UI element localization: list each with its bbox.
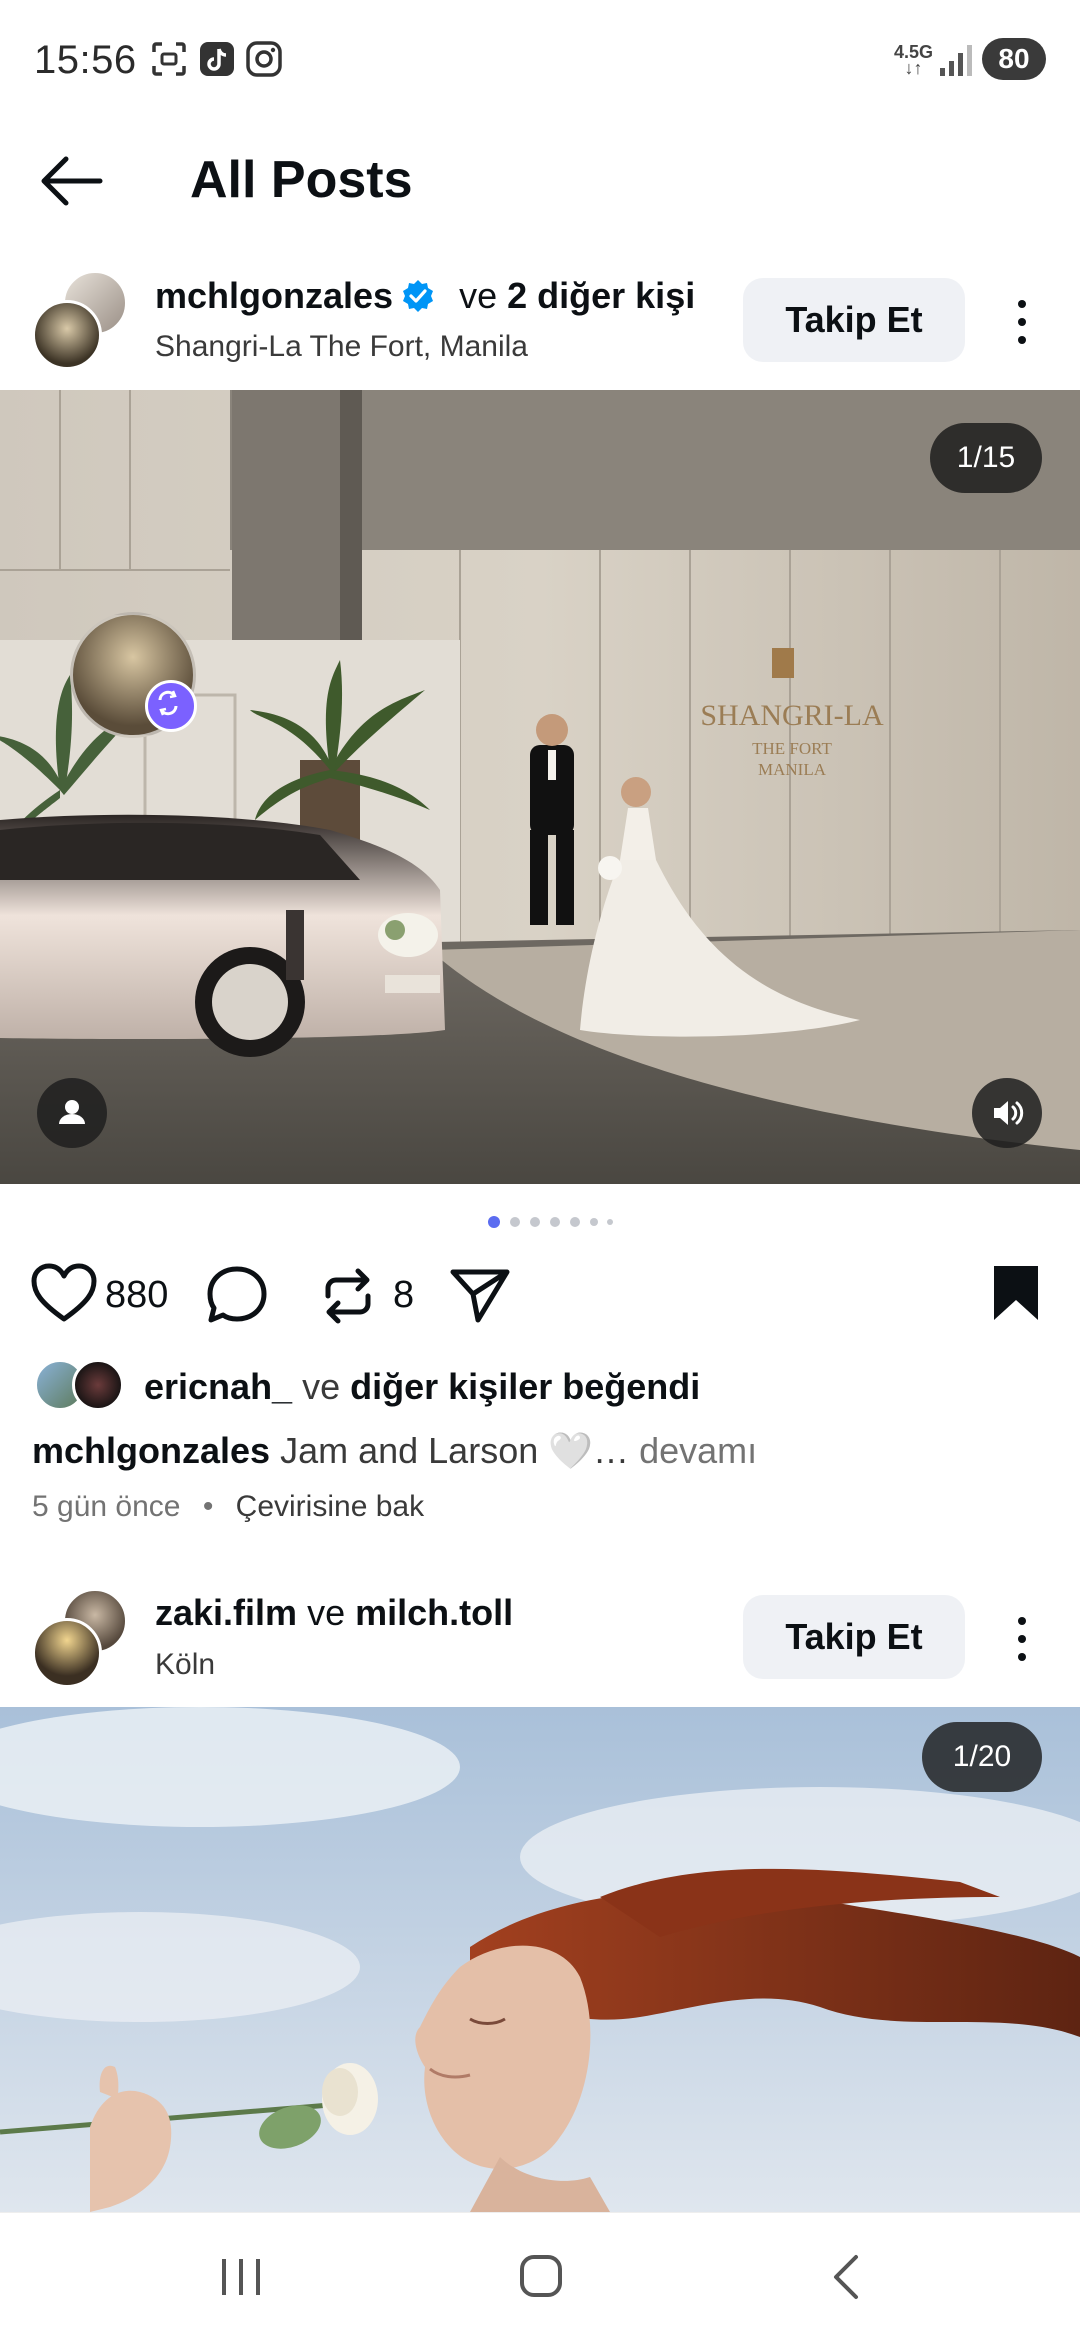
post2-location[interactable]: Köln <box>155 1648 215 1682</box>
author-avatar <box>32 1618 102 1688</box>
post1-authors[interactable]: mchlgonzales ve 2 diğer kişi <box>155 275 695 317</box>
liked-by-avatars[interactable] <box>34 1359 124 1411</box>
post1-photo: SHANGRI-LA THE FORT MANILA <box>0 390 1080 1184</box>
carousel-dot <box>590 1218 598 1226</box>
person-icon <box>59 1100 85 1124</box>
repost-badge-icon <box>158 690 178 716</box>
post1-connector: ve <box>459 275 498 316</box>
carousel-dot-active <box>488 1216 500 1228</box>
carousel-dots <box>480 1212 630 1232</box>
repost-count[interactable]: 8 <box>393 1274 414 1317</box>
caption-text: Jam and Larson 🤍… <box>280 1430 630 1471</box>
liker-avatar <box>72 1359 124 1411</box>
verified-badge-icon <box>403 280 434 312</box>
post2-media[interactable]: 1/20 <box>0 1707 1080 2212</box>
instagram-icon <box>246 41 282 77</box>
home-icon[interactable] <box>518 2253 564 2299</box>
repost-badge <box>145 680 197 732</box>
recents-icon[interactable] <box>218 2255 264 2299</box>
post2-coauthor[interactable]: milch.toll <box>355 1592 513 1633</box>
carousel-dot <box>530 1217 540 1227</box>
author-avatar <box>32 300 102 370</box>
back-button[interactable] <box>36 150 106 212</box>
more-options-icon[interactable] <box>1002 290 1042 350</box>
like-count[interactable]: 880 <box>105 1274 168 1317</box>
save-bookmark-icon[interactable] <box>990 1262 1042 1324</box>
post2-avatar-stack[interactable] <box>32 1588 132 1688</box>
status-time: 15:56 <box>34 38 137 82</box>
carousel-dot <box>607 1219 613 1225</box>
sign-line3: MANILA <box>758 760 827 779</box>
screenshot-icon <box>152 42 186 76</box>
caption-more-link[interactable]: devamı <box>639 1430 757 1471</box>
system-nav-bar <box>0 2212 1080 2341</box>
caption-username[interactable]: mchlgonzales <box>32 1430 270 1471</box>
tagged-users-button[interactable] <box>37 1078 107 1148</box>
post1-others[interactable]: 2 diğer kişi <box>507 275 695 316</box>
sign-line2: THE FORT <box>752 739 832 758</box>
translate-link[interactable]: Çevirisine bak <box>236 1490 424 1523</box>
media-counter: 1/15 <box>930 423 1042 493</box>
more-options-icon[interactable] <box>1002 1607 1042 1667</box>
carousel-dot <box>550 1217 560 1227</box>
signal-icon <box>940 45 972 76</box>
share-icon[interactable] <box>448 1266 512 1326</box>
post1-caption[interactable]: mchlgonzales Jam and Larson 🤍… devamı <box>32 1430 757 1472</box>
speaker-icon <box>994 1101 1024 1125</box>
tiktok-icon <box>200 42 234 76</box>
carousel-dot <box>570 1217 580 1227</box>
post1-media[interactable]: SHANGRI-LA THE FORT MANILA 1/15 <box>0 390 1080 1184</box>
post1-avatar-stack[interactable] <box>32 270 132 370</box>
post2-authors[interactable]: zaki.film ve milch.toll <box>155 1592 513 1634</box>
system-back-icon[interactable] <box>826 2253 866 2301</box>
page-title: All Posts <box>190 151 413 209</box>
media-counter: 1/20 <box>922 1722 1042 1792</box>
liked-by-text[interactable]: ericnah_ ve diğer kişiler beğendi <box>144 1366 700 1408</box>
liked-by-user[interactable]: ericnah_ <box>144 1366 292 1407</box>
carousel-dot <box>510 1217 520 1227</box>
post1-username[interactable]: mchlgonzales <box>155 275 393 316</box>
battery-indicator: 80 <box>982 38 1046 80</box>
post1-location[interactable]: Shangri-La The Fort, Manila <box>155 330 528 364</box>
post1-meta: 5 gün önce • Çevirisine bak <box>32 1490 425 1523</box>
follow-button[interactable]: Takip Et <box>743 278 965 362</box>
comment-icon[interactable] <box>205 1264 269 1326</box>
post2-username[interactable]: zaki.film <box>155 1592 297 1633</box>
network-type: 4.5G ↓↑ <box>894 42 934 78</box>
like-icon[interactable] <box>30 1262 98 1324</box>
follow-button[interactable]: Takip Et <box>743 1595 965 1679</box>
repost-icon[interactable] <box>318 1264 378 1328</box>
sign-line1: SHANGRI-LA <box>700 699 884 732</box>
mute-button[interactable] <box>972 1078 1042 1148</box>
status-bar: 15:56 4.5G ↓↑ 80 <box>0 0 1080 120</box>
post-time: 5 gün önce <box>32 1490 181 1523</box>
post2-photo <box>0 1707 1080 2212</box>
